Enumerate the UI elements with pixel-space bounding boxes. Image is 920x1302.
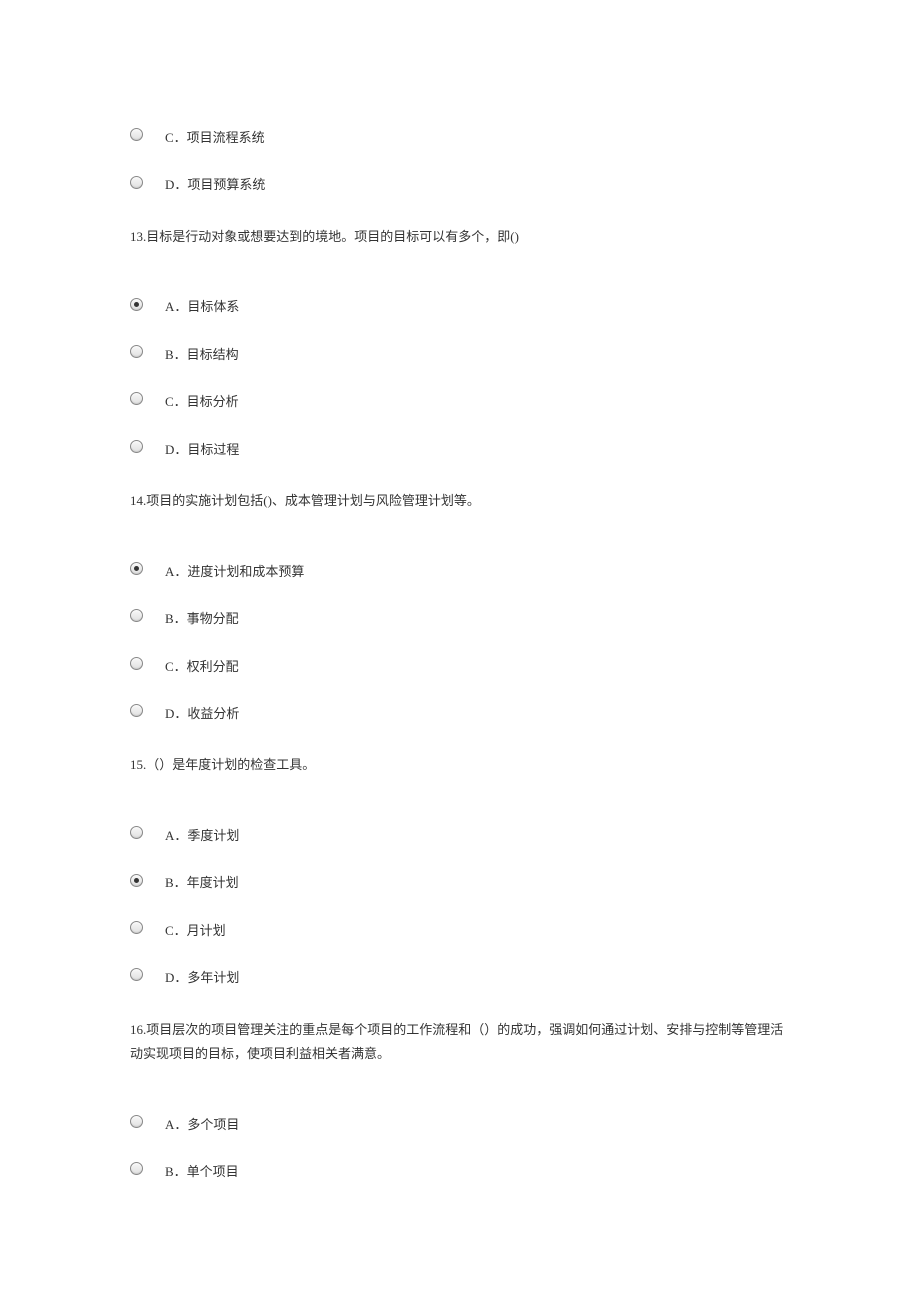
radio-icon[interactable]: [130, 968, 143, 981]
option-row: B．事物分配: [130, 601, 790, 630]
radio-icon[interactable]: [130, 562, 143, 575]
option-label: D．收益分析: [165, 696, 239, 725]
option-row: A．季度计划: [130, 818, 790, 847]
option-row: D．项目预算系统: [130, 167, 790, 196]
radio-icon[interactable]: [130, 1162, 143, 1175]
option-label: C．月计划: [165, 913, 226, 942]
question-text: 15.（）是年度计划的检查工具。: [130, 753, 790, 778]
option-row: A．多个项目: [130, 1107, 790, 1136]
radio-icon[interactable]: [130, 609, 143, 622]
radio-icon[interactable]: [130, 1115, 143, 1128]
option-row: C．项目流程系统: [130, 120, 790, 149]
question-text: 16.项目层次的项目管理关注的重点是每个项目的工作流程和（）的成功，强调如何通过…: [130, 1018, 790, 1067]
option-label: C．目标分析: [165, 384, 239, 413]
radio-icon[interactable]: [130, 826, 143, 839]
question-text: 14.项目的实施计划包括()、成本管理计划与风险管理计划等。: [130, 489, 790, 514]
radio-icon[interactable]: [130, 392, 143, 405]
option-label: D．目标过程: [165, 432, 239, 461]
option-label: A．目标体系: [165, 289, 239, 318]
option-label: C．权利分配: [165, 649, 239, 678]
question-15: 15.（）是年度计划的检查工具。 A．季度计划 B．年度计划 C．月计划 D．多…: [130, 753, 790, 989]
orphan-options-group: C．项目流程系统 D．项目预算系统: [130, 120, 790, 197]
radio-icon[interactable]: [130, 704, 143, 717]
option-label: A．季度计划: [165, 818, 239, 847]
radio-icon[interactable]: [130, 298, 143, 311]
option-row: D．目标过程: [130, 432, 790, 461]
question-text: 13.目标是行动对象或想要达到的境地。项目的目标可以有多个，即(): [130, 225, 790, 250]
option-row: A．目标体系: [130, 289, 790, 318]
option-row: D．收益分析: [130, 696, 790, 725]
option-row: D．多年计划: [130, 960, 790, 989]
option-label: A．多个项目: [165, 1107, 239, 1136]
option-row: C．月计划: [130, 913, 790, 942]
option-row: A．进度计划和成本预算: [130, 554, 790, 583]
option-row: C．权利分配: [130, 649, 790, 678]
option-row: B．目标结构: [130, 337, 790, 366]
question-16: 16.项目层次的项目管理关注的重点是每个项目的工作流程和（）的成功，强调如何通过…: [130, 1018, 790, 1184]
option-label: B．目标结构: [165, 337, 239, 366]
radio-icon[interactable]: [130, 921, 143, 934]
option-label: A．进度计划和成本预算: [165, 554, 304, 583]
option-label: B．单个项目: [165, 1154, 239, 1183]
option-label: B．年度计划: [165, 865, 239, 894]
option-row: B．单个项目: [130, 1154, 790, 1183]
question-13: 13.目标是行动对象或想要达到的境地。项目的目标可以有多个，即() A．目标体系…: [130, 225, 790, 461]
option-row: C．目标分析: [130, 384, 790, 413]
radio-icon[interactable]: [130, 128, 143, 141]
radio-icon[interactable]: [130, 345, 143, 358]
option-label: B．事物分配: [165, 601, 239, 630]
radio-icon[interactable]: [130, 657, 143, 670]
radio-icon[interactable]: [130, 176, 143, 189]
option-row: B．年度计划: [130, 865, 790, 894]
radio-icon[interactable]: [130, 874, 143, 887]
question-14: 14.项目的实施计划包括()、成本管理计划与风险管理计划等。 A．进度计划和成本…: [130, 489, 790, 725]
option-label: D．多年计划: [165, 960, 239, 989]
radio-icon[interactable]: [130, 440, 143, 453]
option-label: C．项目流程系统: [165, 120, 265, 149]
option-label: D．项目预算系统: [165, 167, 265, 196]
